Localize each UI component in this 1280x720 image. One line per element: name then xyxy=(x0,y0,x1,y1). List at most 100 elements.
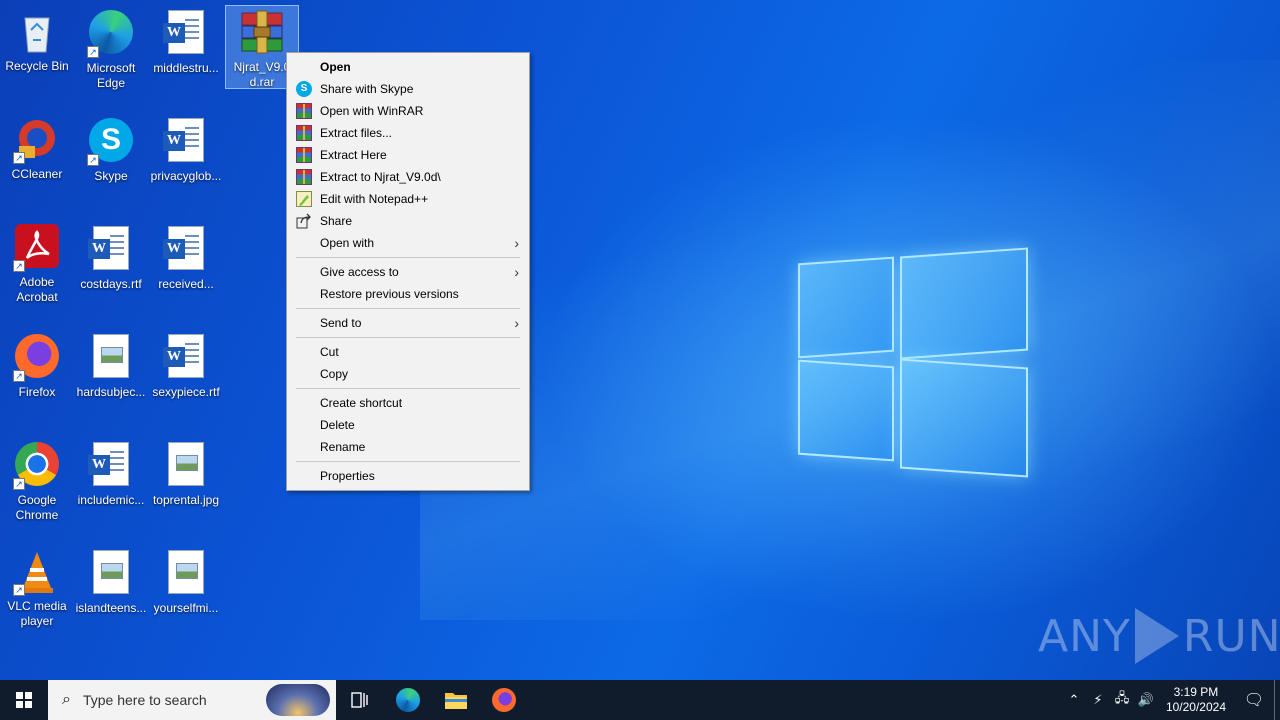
firefox-icon xyxy=(492,688,516,712)
desktop-icon-label: Recycle Bin xyxy=(5,59,69,73)
menu-item-open-with[interactable]: Open with › xyxy=(287,232,529,254)
desktop-icon-label: received... xyxy=(158,277,214,291)
folder-icon xyxy=(445,693,467,709)
desktop-icon-sexypiece[interactable]: W sexypiece.rtf xyxy=(149,332,223,400)
share-icon xyxy=(296,213,312,229)
edge-icon: ↗ xyxy=(87,10,135,58)
menu-item-open[interactable]: Open xyxy=(287,56,529,78)
network-icon[interactable]: 🖧 xyxy=(1110,689,1134,711)
menu-separator xyxy=(296,257,520,258)
winrar-icon xyxy=(296,169,312,185)
chrome-icon: ↗ xyxy=(13,442,61,490)
image-file-icon xyxy=(162,550,210,598)
desktop-icon-hardsubjec[interactable]: hardsubjec... xyxy=(74,332,148,400)
menu-item-extract-files[interactable]: Extract files... xyxy=(287,122,529,144)
menu-item-cut[interactable]: Cut xyxy=(287,341,529,363)
search-placeholder: Type here to search xyxy=(82,692,207,708)
desktop-icon-label: costdays.rtf xyxy=(80,277,142,291)
desktop-icon-middlestru[interactable]: W middlestru... xyxy=(149,8,223,76)
menu-item-give-access-to[interactable]: Give access to › xyxy=(287,261,529,283)
system-tray: ⌃ ⚡ 🖧 🔊 3:19 PM 10/20/2024 🗨 xyxy=(1062,680,1280,720)
recycle-bin-icon xyxy=(13,8,61,56)
device-icon[interactable]: ⚡ xyxy=(1086,692,1110,708)
desktop-icon-adobe-acrobat[interactable]: ↗ Adobe Acrobat xyxy=(0,224,74,305)
windows-start-icon xyxy=(16,692,32,708)
volume-icon[interactable]: 🔊 xyxy=(1134,692,1158,708)
menu-item-extract-to-folder[interactable]: Extract to Njrat_V9.0d\ xyxy=(287,166,529,188)
chevron-right-icon: › xyxy=(514,264,519,280)
winrar-icon xyxy=(296,103,312,119)
desktop-icon-toprental[interactable]: toprental.jpg xyxy=(149,440,223,508)
menu-item-send-to[interactable]: Send to › xyxy=(287,312,529,334)
skype-icon: S ↗ xyxy=(87,118,135,166)
desktop-icon-label: yourselfmi... xyxy=(153,601,219,615)
taskbar-clock[interactable]: 3:19 PM 10/20/2024 xyxy=(1158,685,1234,715)
taskbar-search-box[interactable]: ⌕ Type here to search xyxy=(48,680,336,720)
menu-item-share-with-skype[interactable]: S Share with Skype xyxy=(287,78,529,100)
menu-separator xyxy=(296,337,520,338)
menu-item-delete[interactable]: Delete xyxy=(287,414,529,436)
vlc-icon: ↗ xyxy=(13,548,61,596)
taskbar-edge-button[interactable] xyxy=(384,680,432,720)
windows-logo-wallpaper xyxy=(790,238,1035,483)
desktop-icon-received[interactable]: W received... xyxy=(149,224,223,292)
menu-item-copy[interactable]: Copy xyxy=(287,363,529,385)
start-button[interactable] xyxy=(0,680,48,720)
desktop-icon-includemic[interactable]: W includemic... xyxy=(74,440,148,508)
show-desktop-button[interactable] xyxy=(1274,680,1280,720)
acrobat-icon: ↗ xyxy=(13,224,61,272)
winrar-icon xyxy=(296,125,312,141)
desktop-icon-recycle-bin[interactable]: Recycle Bin xyxy=(0,8,74,74)
desktop-icon-yourselfmi[interactable]: yourselfmi... xyxy=(149,548,223,616)
chevron-right-icon: › xyxy=(514,235,519,251)
word-doc-icon: W xyxy=(162,118,210,166)
desktop-icon-vlc[interactable]: ↗ VLC media player xyxy=(0,548,74,629)
image-file-icon xyxy=(87,334,135,382)
desktop-icon-label: CCleaner xyxy=(11,167,63,181)
desktop-icon-label: VLC media player xyxy=(7,599,67,628)
menu-item-restore-previous-versions[interactable]: Restore previous versions xyxy=(287,283,529,305)
desktop-icon-label: Microsoft Edge xyxy=(86,61,136,90)
desktop-icon-label: Njrat_V9.0d.rar xyxy=(233,60,291,89)
edge-icon xyxy=(396,688,420,712)
context-menu: Open S Share with Skype Open with WinRAR… xyxy=(286,52,530,491)
desktop-icon-firefox[interactable]: ↗ Firefox xyxy=(0,332,74,400)
desktop-icon-google-chrome[interactable]: ↗ Google Chrome xyxy=(0,440,74,523)
desktop-icon-privacyglob[interactable]: W privacyglob... xyxy=(149,116,223,184)
ccleaner-icon: ↗ xyxy=(13,116,61,164)
chevron-right-icon: › xyxy=(514,315,519,331)
menu-item-edit-with-notepadpp[interactable]: Edit with Notepad++ xyxy=(287,188,529,210)
desktop-icon-label: islandteens... xyxy=(75,601,147,615)
desktop-icon-label: sexypiece.rtf xyxy=(152,385,220,399)
chevron-up-icon[interactable]: ⌃ xyxy=(1062,692,1086,708)
desktop-icon-label: Firefox xyxy=(18,385,56,399)
menu-item-create-shortcut[interactable]: Create shortcut xyxy=(287,392,529,414)
menu-item-properties[interactable]: Properties xyxy=(287,465,529,487)
menu-item-extract-here[interactable]: Extract Here xyxy=(287,144,529,166)
menu-separator xyxy=(296,388,520,389)
skype-icon: S xyxy=(296,81,312,97)
desktop-icon-microsoft-edge[interactable]: ↗ Microsoft Edge xyxy=(74,8,148,91)
menu-separator xyxy=(296,308,520,309)
desktop-icon-skype[interactable]: S ↗ Skype xyxy=(74,116,148,184)
notifications-icon[interactable]: 🗨 xyxy=(1234,690,1274,710)
taskbar-firefox-button[interactable] xyxy=(480,680,528,720)
taskbar-file-explorer-button[interactable] xyxy=(432,680,480,720)
desktop-icon-label: Skype xyxy=(94,169,128,183)
image-file-icon xyxy=(87,550,135,598)
desktop-icon-islandteens[interactable]: islandteens... xyxy=(74,548,148,616)
desktop-icon-label: toprental.jpg xyxy=(152,493,220,507)
desktop-icon-label: privacyglob... xyxy=(150,169,222,183)
word-doc-icon: W xyxy=(162,10,210,58)
desktop-icon-costdays[interactable]: W costdays.rtf xyxy=(74,224,148,292)
desktop-icon-ccleaner[interactable]: ↗ CCleaner xyxy=(0,116,74,182)
search-highlight-image xyxy=(266,684,330,716)
word-doc-icon: W xyxy=(162,226,210,274)
winrar-icon xyxy=(296,147,312,163)
menu-separator xyxy=(296,461,520,462)
word-doc-icon: W xyxy=(162,334,210,382)
menu-item-share[interactable]: Share xyxy=(287,210,529,232)
menu-item-rename[interactable]: Rename xyxy=(287,436,529,458)
task-view-button[interactable] xyxy=(336,680,384,720)
menu-item-open-with-winrar[interactable]: Open with WinRAR xyxy=(287,100,529,122)
